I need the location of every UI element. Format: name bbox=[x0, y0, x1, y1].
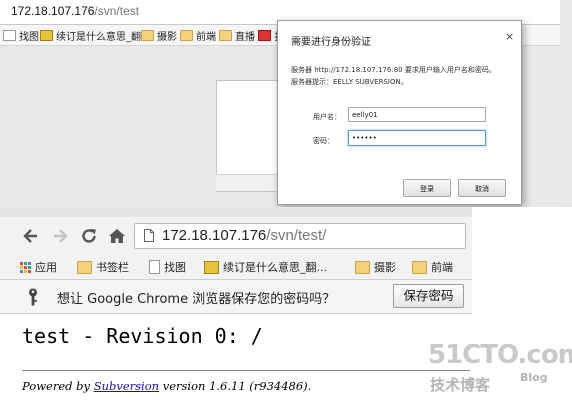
folder-icon bbox=[219, 29, 232, 41]
password-label: 密码： bbox=[313, 137, 334, 145]
forward-arrow-icon[interactable] bbox=[50, 226, 70, 246]
apps-grid-icon bbox=[20, 261, 31, 273]
watermark-logo: 51CTO.com 技术博客 Blog bbox=[428, 340, 572, 400]
cancel-button[interactable]: 取消 bbox=[458, 179, 506, 197]
url-path: /svn/test/ bbox=[266, 227, 327, 244]
folder-icon bbox=[412, 260, 427, 274]
reload-icon[interactable] bbox=[79, 226, 99, 246]
red-badge-icon bbox=[258, 29, 271, 41]
bookmark-label: 找图 bbox=[164, 261, 186, 274]
auth-dialog: 需要进行身份验证 × 服务器 http://172.18.107.176:80 … bbox=[277, 20, 522, 205]
password-field[interactable]: •••••• bbox=[348, 130, 486, 146]
bookmark-label: 前端 bbox=[431, 261, 453, 274]
tab-strip bbox=[0, 207, 472, 217]
back-arrow-icon[interactable] bbox=[21, 226, 41, 246]
top-browser-window: 172.18.107.176/svn/test 找图 续订是什么意思_翻... … bbox=[0, 0, 572, 207]
bookmark-label: 书签栏 bbox=[96, 261, 129, 274]
subversion-link[interactable]: Subversion bbox=[94, 379, 159, 393]
address-bar[interactable]: 172.18.107.176/svn/test/ bbox=[134, 223, 466, 249]
dialog-title: 需要进行身份验证 bbox=[291, 37, 371, 48]
watermark-blog: Blog bbox=[520, 371, 548, 384]
top-bookmark-photography[interactable]: 摄影 bbox=[141, 27, 177, 43]
page-title: test - Revision 0: / bbox=[22, 324, 263, 348]
bookmark-label: 摄影 bbox=[157, 31, 177, 43]
bookmark-label: 摄影 bbox=[374, 261, 396, 274]
top-bookmark-live[interactable]: 直播 bbox=[219, 27, 255, 43]
infobar-message: 想让 Google Chrome 浏览器保存您的密码吗？ bbox=[57, 292, 336, 307]
bookmark-label: 应用 bbox=[35, 261, 57, 274]
folder-icon bbox=[180, 29, 193, 41]
top-bookmark-frontend[interactable]: 前端 bbox=[180, 27, 216, 43]
page-icon bbox=[144, 229, 154, 242]
top-bookmark-translate[interactable]: 续订是什么意思_翻... bbox=[40, 27, 151, 43]
watermark-main: 51CTO.com bbox=[428, 340, 572, 370]
save-password-infobar: 想让 Google Chrome 浏览器保存您的密码吗？ 保存密码 bbox=[0, 265, 472, 314]
bottom-browser-window: 172.18.107.176/svn/test/ 应用 书签栏 找图 续订是什么… bbox=[0, 207, 472, 413]
url-host: 172.18.107.176 bbox=[162, 227, 267, 244]
login-button[interactable]: 登录 bbox=[403, 179, 451, 197]
watermark-sub: 技术博客 bbox=[430, 376, 491, 394]
username-label: 用户名： bbox=[313, 113, 341, 121]
top-url-host: 172.18.107.176 bbox=[11, 4, 95, 18]
key-icon bbox=[29, 288, 37, 306]
top-bookmark-find-image[interactable]: 找图 bbox=[3, 27, 39, 43]
bookmark-translate[interactable]: 续订是什么意思_翻... bbox=[204, 259, 327, 275]
divider bbox=[22, 370, 470, 371]
page-icon bbox=[3, 29, 16, 41]
home-icon[interactable] bbox=[107, 226, 127, 246]
top-url-path: /svn/test bbox=[94, 4, 140, 18]
url-text[interactable]: 172.18.107.176/svn/test/ bbox=[162, 227, 326, 244]
username-field[interactable]: eelly01 bbox=[348, 107, 486, 122]
bookmark-bookmarks-bar[interactable]: 书签栏 bbox=[77, 259, 129, 275]
bookmark-apps[interactable]: 应用 bbox=[20, 259, 57, 275]
top-url-text[interactable]: 172.18.107.176/svn/test bbox=[11, 4, 139, 18]
bookmark-label: 直播 bbox=[235, 31, 255, 43]
translate-icon bbox=[204, 260, 219, 274]
dialog-message-line1: 服务器 http://172.18.107.176:80 要求用户输入用户名和密… bbox=[291, 66, 496, 74]
bookmark-label: 续订是什么意思_翻... bbox=[223, 261, 327, 274]
dialog-message-line2: 服务器提示：EELLY SUBVERSION。 bbox=[291, 78, 408, 86]
translate-icon bbox=[40, 29, 53, 41]
folder-icon bbox=[77, 260, 92, 274]
bookmark-label: 续订是什么意思_翻... bbox=[56, 31, 151, 43]
bookmark-photography[interactable]: 摄影 bbox=[355, 259, 396, 275]
bookmarks-bar: 应用 书签栏 找图 续订是什么意思_翻... 摄影 前端 bbox=[0, 255, 472, 280]
page-footer: Powered by Subversion version 1.6.11 (r9… bbox=[22, 379, 311, 393]
bookmark-label: 前端 bbox=[196, 31, 216, 43]
bookmark-frontend[interactable]: 前端 bbox=[412, 259, 453, 275]
folder-icon bbox=[141, 29, 154, 41]
folder-icon bbox=[355, 260, 370, 274]
save-password-button[interactable]: 保存密码 bbox=[393, 284, 464, 308]
footer-suffix: version 1.6.11 (r934486). bbox=[159, 379, 312, 393]
close-icon[interactable]: × bbox=[505, 30, 514, 43]
footer-prefix: Powered by bbox=[22, 379, 94, 393]
bookmark-label: 找图 bbox=[19, 31, 39, 43]
browser-toolbar: 172.18.107.176/svn/test/ bbox=[0, 217, 472, 255]
